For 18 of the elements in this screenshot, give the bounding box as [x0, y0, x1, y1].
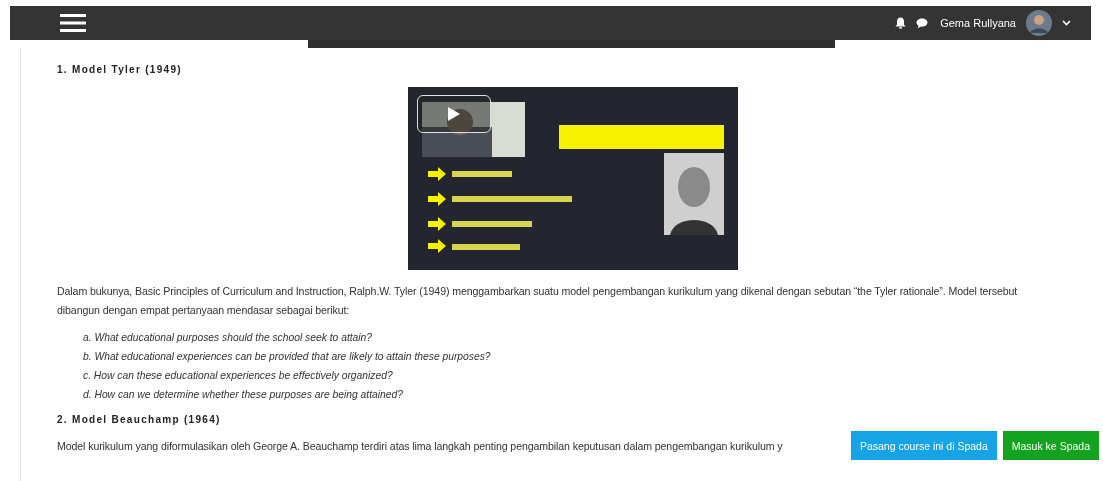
question-item: d. How can we determine whether these purposes are being attained?	[83, 388, 404, 402]
chat-icon[interactable]	[916, 17, 929, 29]
menu-icon[interactable]	[60, 13, 86, 33]
question-item: c. How can these educational experiences be effectively organized?	[83, 369, 394, 383]
section-heading: 2. Model Beauchamp (1964)	[57, 414, 222, 425]
question-item: b. What educational experiences can be provided that are likely to attain these purposes?	[83, 350, 492, 364]
paragraph: Model kurikulum yang diformulasikan oleh George A. Beauchamp terdiri atas lima langkah penting pengambilan keputusan dalam pengembangan kurikulum y	[57, 439, 784, 454]
chevron-down-icon[interactable]	[1062, 20, 1071, 26]
paragraph: Dalam bukunya, Basic Principles of Curriculum and Instruction, Ralph.W. Tyler (1949) menggambarkan suatu model pengembangan kurikulum yang dikenal dengan sebutan “the Tyler rationale”. Model tersebut dibangun dengan empat pertanyaan mendasar sebagai berikut:	[57, 284, 1019, 318]
question-item: a. What educational purposes should the school seek to attain?	[83, 331, 374, 345]
spada-button[interactable]: Pasang course ini di Spada	[850, 431, 997, 460]
play-icon	[447, 106, 461, 122]
play-button[interactable]	[417, 95, 491, 133]
bell-icon[interactable]	[895, 17, 907, 29]
spada-button[interactable]: Masuk ke Spada	[1002, 431, 1099, 460]
user-name[interactable]: Gema Rullyana	[940, 17, 1016, 29]
avatar-icon[interactable]	[1026, 10, 1052, 36]
section-heading: 1. Model Tyler (1949)	[57, 64, 183, 75]
